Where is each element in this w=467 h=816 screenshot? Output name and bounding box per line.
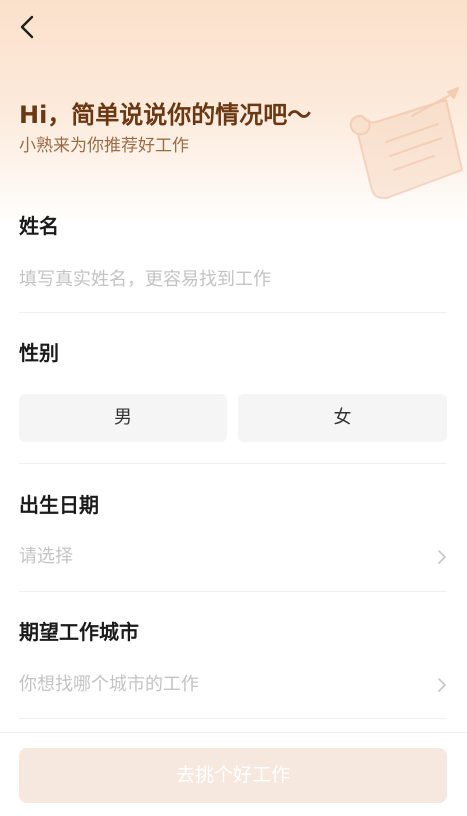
birth-date-placeholder: 请选择 xyxy=(19,546,73,567)
gender-label: 性别 xyxy=(19,341,59,365)
submit-button[interactable]: 去挑个好工作 xyxy=(19,748,447,803)
back-button[interactable] xyxy=(14,12,40,42)
divider xyxy=(19,463,447,464)
gender-option-female[interactable]: 女 xyxy=(238,394,447,442)
city-placeholder: 你想找哪个城市的工作 xyxy=(19,674,199,695)
divider xyxy=(19,312,447,313)
screen: Hi，简单说说你的情况吧～ 小熟来为你推荐好工作 姓名 性别 男 女 出生日期 … xyxy=(0,0,467,816)
city-label: 期望工作城市 xyxy=(19,620,139,644)
divider xyxy=(19,591,447,592)
city-picker[interactable]: 你想找哪个城市的工作 xyxy=(19,670,447,700)
chevron-right-icon xyxy=(438,678,446,692)
name-label: 姓名 xyxy=(19,214,59,238)
page-subtitle: 小熟来为你推荐好工作 xyxy=(19,136,189,156)
birth-date-picker[interactable]: 请选择 xyxy=(19,542,447,572)
page-title: Hi，简单说说你的情况吧～ xyxy=(19,101,312,129)
birth-date-label: 出生日期 xyxy=(19,493,99,517)
chevron-left-icon xyxy=(20,15,34,39)
scroll-pen-illustration xyxy=(349,87,463,199)
divider xyxy=(19,718,447,719)
name-input[interactable] xyxy=(19,264,447,294)
chevron-right-icon xyxy=(438,550,446,564)
gender-option-male[interactable]: 男 xyxy=(19,394,227,442)
